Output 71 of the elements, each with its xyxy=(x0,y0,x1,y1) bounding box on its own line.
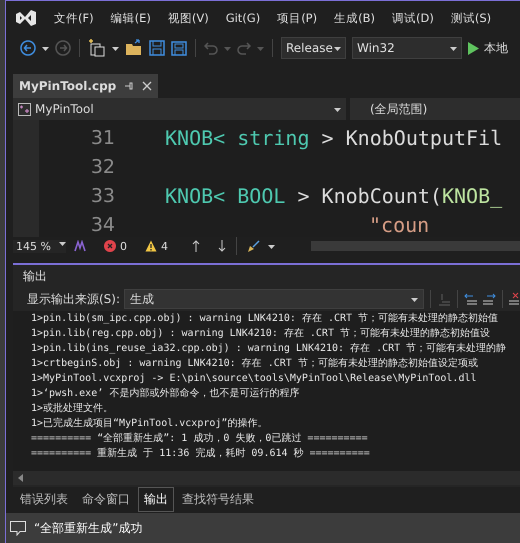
panel-tab[interactable]: 查找符号结果 xyxy=(176,486,260,512)
class-icon xyxy=(18,102,31,116)
down-arrow-icon[interactable] xyxy=(218,240,226,252)
next-message-icon[interactable] xyxy=(482,292,496,306)
code-line: KNOB< string > KnobOutputFil xyxy=(165,126,502,150)
error-count: 0 xyxy=(120,240,127,252)
up-arrow-icon[interactable] xyxy=(192,240,200,252)
menu-item[interactable]: 编辑(E) xyxy=(110,10,151,26)
pin-icon[interactable] xyxy=(124,81,134,91)
configuration-dropdown[interactable]: Release xyxy=(281,37,346,59)
line-number: 32 xyxy=(90,156,116,178)
warning-icon[interactable] xyxy=(145,240,157,252)
panel-tab[interactable]: 错误列表 xyxy=(14,486,74,512)
brush-icon[interactable] xyxy=(247,240,260,252)
menu-item[interactable]: 调试(D) xyxy=(392,10,434,26)
caret-icon[interactable] xyxy=(112,44,119,52)
output-line: 1>pin.lib(ins_reuse_ia32.cpp.obj) : warning LNK4210: 存在 .CRT 节；可能有未处理的静 xyxy=(31,342,508,356)
error-icon[interactable] xyxy=(104,240,116,252)
horizontal-scrollbar[interactable] xyxy=(311,241,520,251)
save-icon[interactable] xyxy=(149,40,165,56)
output-line: 1>‘pwsh.exe’ 不是内部或外部命令，也不是可运行的程序 xyxy=(31,386,300,401)
caret-icon[interactable] xyxy=(42,44,49,52)
caret-icon xyxy=(59,240,66,246)
previous-message-icon[interactable] xyxy=(464,292,478,306)
caret-icon xyxy=(411,296,418,302)
menu-item[interactable]: 文件(F) xyxy=(54,10,94,26)
output-line: 1>pin.lib(reg.cpp.obj) : warning LNK4210: 存在 .CRT 节；可能有未处理的静态初始值设 xyxy=(31,326,491,341)
code-line: "coun xyxy=(368,212,430,236)
open-folder-icon[interactable] xyxy=(125,39,143,57)
copilot-icon[interactable] xyxy=(74,240,86,252)
caret-icon xyxy=(450,44,457,52)
panel-tab[interactable]: 命令窗口 xyxy=(76,486,136,512)
code-line: KNOB< BOOL > KnobCount(KNOB_ xyxy=(165,184,502,208)
status-message: “全部重新生成”成功 xyxy=(34,520,142,536)
clear-all-icon[interactable] xyxy=(509,292,520,306)
close-icon[interactable] xyxy=(142,81,152,91)
save-all-icon[interactable] xyxy=(171,40,187,56)
run-button[interactable]: 本地 xyxy=(468,40,508,56)
caret-icon[interactable] xyxy=(268,242,275,250)
panel-tab[interactable]: 输出 xyxy=(138,486,174,512)
scroll-left-icon[interactable] xyxy=(18,474,23,482)
warning-count: 4 xyxy=(161,240,168,252)
menu-item[interactable]: Git(G) xyxy=(226,11,260,25)
menu-item[interactable]: 生成(B) xyxy=(334,10,375,26)
platform-dropdown[interactable]: Win32 xyxy=(352,37,462,59)
new-project-icon[interactable] xyxy=(88,39,106,57)
document-tab[interactable]: MyPinTool.cpp xyxy=(13,74,158,98)
output-source-dropdown[interactable]: 生成 xyxy=(124,289,424,309)
output-line: 1>pin.lib(sm_ipc.cpp.obj) : warning LNK4210: 存在 .CRT 节；可能有未处理的静态初始值 xyxy=(31,312,500,326)
menu-item[interactable]: 视图(V) xyxy=(168,10,209,26)
output-line: 1>MyPinTool.vcxproj -> E:\pin\source\tools\MyPinTool\Release\MyPinTool.dll xyxy=(31,372,478,386)
output-line: ========== “全部重新生成”: 1 成功，0 失败，0已跳过 ========== xyxy=(31,432,369,446)
output-line: 1>已完成生成项目“MyPinTool.vcxproj”的操作。 xyxy=(31,416,268,431)
logo-icon xyxy=(16,10,36,26)
message-icon[interactable] xyxy=(10,520,26,536)
output-line: 1>或批处理文件。 xyxy=(31,402,114,416)
line-number: 33 xyxy=(90,184,116,206)
source-label: 显示输出来源(S): xyxy=(27,290,120,308)
line-number: 31 xyxy=(90,126,116,148)
zoom-dropdown[interactable]: 145 % xyxy=(13,240,66,252)
scope-dropdown[interactable]: (全局范围) xyxy=(350,100,520,118)
line-number: 34 xyxy=(90,214,116,236)
caret-icon xyxy=(334,106,341,112)
output-line: 1>crtbeginS.obj : warning LNK4210: 存在 .CRT 节；可能有未处理的静态初始值设定项或 xyxy=(31,356,479,371)
menu-item[interactable]: 测试(S) xyxy=(450,10,492,26)
caret-icon xyxy=(334,44,341,52)
menu-item[interactable]: 项目(P) xyxy=(277,10,318,26)
panel-title: 输出 xyxy=(23,268,47,284)
back-icon[interactable] xyxy=(20,40,36,56)
play-icon xyxy=(468,42,479,54)
output-line: ========== 重新生成 于 11:36 完成，耗时 09.614 秒 ========== xyxy=(31,446,371,461)
